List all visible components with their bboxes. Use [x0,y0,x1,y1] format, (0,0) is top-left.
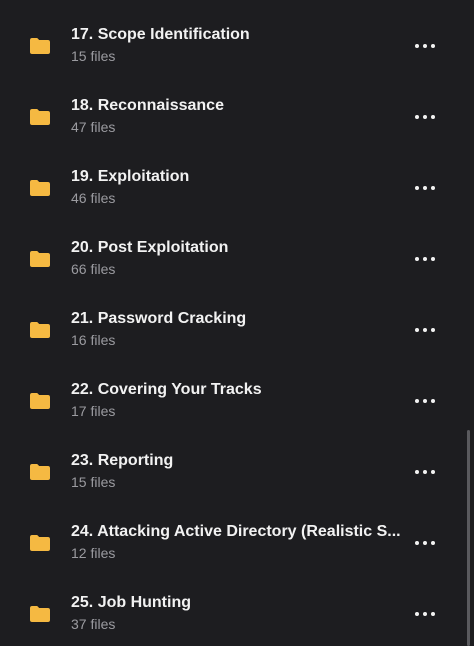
folder-file-count: 16 files [71,332,116,348]
more-horizontal-icon-dot [415,470,419,474]
more-horizontal-icon-dot [431,328,435,332]
more-horizontal-icon-dot [423,115,427,119]
more-horizontal-icon-dot [431,257,435,261]
folder-name: 25. Job Hunting [71,594,191,611]
folder-text: 21. Password Cracking 16 files [71,309,401,349]
folder-text: 20. Post Exploitation 66 files [71,238,401,278]
more-horizontal-icon-dot [431,115,435,119]
more-options-button[interactable] [412,107,438,127]
more-horizontal-icon-dot [415,328,419,332]
folder-icon [29,392,51,410]
more-horizontal-icon-dot [431,612,435,616]
folder-text: 19. Exploitation 46 files [71,167,401,207]
more-horizontal-icon-dot [415,541,419,545]
more-horizontal-icon-dot [423,612,427,616]
more-horizontal-icon-dot [423,541,427,545]
more-options-button[interactable] [412,36,438,56]
folder-icon [29,321,51,339]
folder-row[interactable]: 21. Password Cracking 16 files [0,284,474,355]
folder-row[interactable]: 20. Post Exploitation 66 files [0,213,474,284]
folder-row[interactable]: 18. Reconnaissance 47 files [0,71,474,142]
folder-text: 24. Attacking Active Directory (Realisti… [71,522,401,562]
folder-row[interactable]: 23. Reporting 15 files [0,426,474,497]
folder-file-count: 15 files [71,48,116,64]
more-horizontal-icon-dot [423,470,427,474]
more-horizontal-icon-dot [423,186,427,190]
folder-icon [29,108,51,126]
folder-file-count: 66 files [71,261,116,277]
more-horizontal-icon-dot [415,44,419,48]
more-horizontal-icon-dot [415,399,419,403]
folder-file-count: 17 files [71,403,116,419]
folder-row[interactable]: 25. Job Hunting 37 files [0,568,474,639]
folder-name: 19. Exploitation [71,168,190,185]
folder-icon [29,534,51,552]
more-horizontal-icon-dot [423,328,427,332]
more-options-button[interactable] [412,249,438,269]
folder-row[interactable]: 19. Exploitation 46 files [0,142,474,213]
more-options-button[interactable] [412,320,438,340]
more-horizontal-icon-dot [415,612,419,616]
folder-icon [29,250,51,268]
more-options-button[interactable] [412,391,438,411]
folder-name: 17. Scope Identification [71,26,250,43]
folder-file-count: 12 files [71,545,116,561]
folder-name: 22. Covering Your Tracks [71,381,262,398]
folder-file-count: 15 files [71,474,116,490]
folder-file-count: 47 files [71,119,116,135]
folder-row[interactable]: 17. Scope Identification 15 files [0,0,474,71]
folder-icon [29,605,51,623]
more-horizontal-icon-dot [431,541,435,545]
more-options-button[interactable] [412,462,438,482]
more-horizontal-icon-dot [423,257,427,261]
more-horizontal-icon-dot [415,115,419,119]
folder-icon [29,37,51,55]
folder-icon [29,179,51,197]
folder-text: 17. Scope Identification 15 files [71,25,401,65]
folder-name: 20. Post Exploitation [71,239,229,256]
folder-text: 25. Job Hunting 37 files [71,593,401,633]
folder-icon [29,463,51,481]
more-horizontal-icon-dot [431,44,435,48]
more-horizontal-icon-dot [415,257,419,261]
more-horizontal-icon-dot [431,470,435,474]
folder-name: 24. Attacking Active Directory (Realisti… [71,523,401,540]
folder-text: 18. Reconnaissance 47 files [71,96,401,136]
more-horizontal-icon-dot [431,186,435,190]
folder-row[interactable]: 22. Covering Your Tracks 17 files [0,355,474,426]
more-horizontal-icon-dot [423,44,427,48]
more-horizontal-icon-dot [423,399,427,403]
more-horizontal-icon-dot [431,399,435,403]
folder-list: 17. Scope Identification 15 files 18. Reco… [0,0,474,646]
scrollbar[interactable] [467,430,470,646]
folder-row[interactable]: 24. Attacking Active Directory (Realisti… [0,497,474,568]
folder-name: 18. Reconnaissance [71,97,224,114]
folder-name: 21. Password Cracking [71,310,247,327]
more-options-button[interactable] [412,604,438,624]
folder-text: 22. Covering Your Tracks 17 files [71,380,401,420]
more-options-button[interactable] [412,178,438,198]
folder-file-count: 37 files [71,616,116,632]
folder-name: 23. Reporting [71,452,174,469]
more-options-button[interactable] [412,533,438,553]
folder-file-count: 46 files [71,190,116,206]
more-horizontal-icon-dot [415,186,419,190]
folder-text: 23. Reporting 15 files [71,451,401,491]
